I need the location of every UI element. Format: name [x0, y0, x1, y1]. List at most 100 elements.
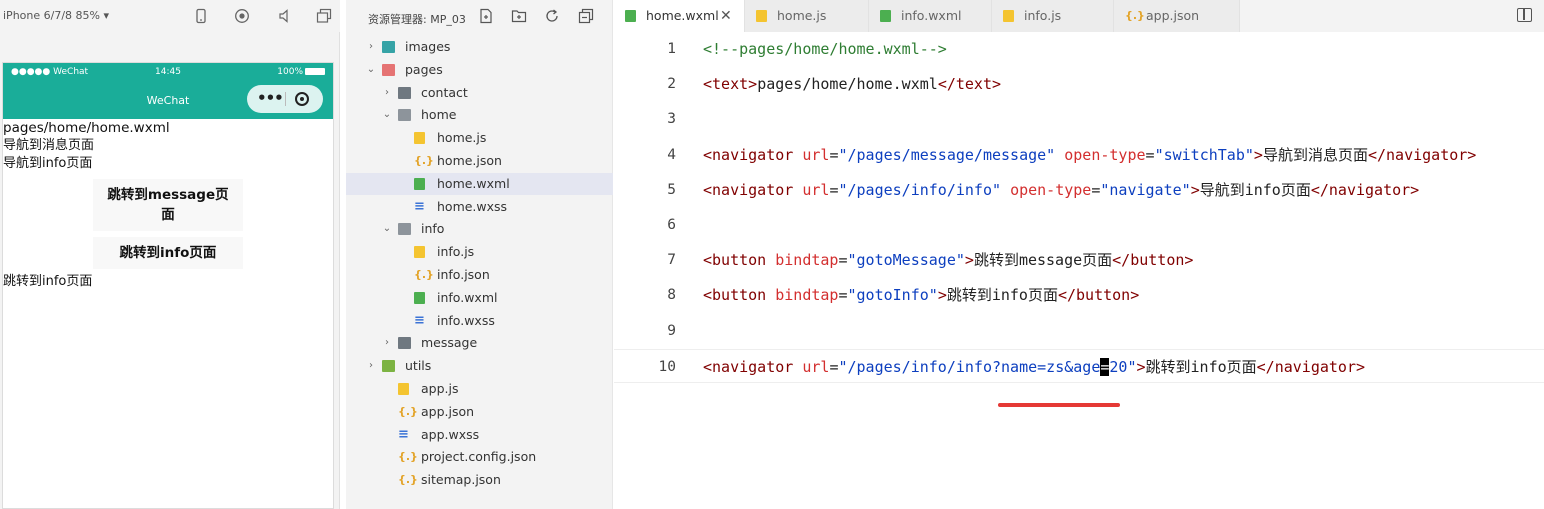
tree-item-utils[interactable]: › utils	[346, 355, 613, 377]
code-line[interactable]: 5 <navigator url="/pages/info/info" open-…	[614, 173, 1544, 207]
folder-file-icon	[398, 86, 411, 99]
tree-item-label: project.config.json	[421, 449, 537, 465]
battery-icon	[305, 68, 325, 75]
code-line[interactable]: 3	[614, 102, 1544, 136]
tree-item-message[interactable]: › message	[346, 332, 613, 354]
close-miniprogram-icon[interactable]	[295, 92, 309, 106]
code-token: </navigator>	[1310, 180, 1420, 199]
goto-info-button[interactable]: 跳转到info页面	[93, 237, 243, 269]
tree-item-home-wxml[interactable]: home.wxml	[346, 172, 613, 195]
phone-icon[interactable]	[193, 8, 209, 24]
chevron-right-icon[interactable]: ›	[366, 355, 376, 377]
tree-item-label: sitemap.json	[421, 472, 501, 488]
collapse-icon[interactable]	[578, 8, 594, 24]
tab-home-js[interactable]: home.js	[745, 0, 869, 32]
tree-item-home[interactable]: ⌄ home	[346, 104, 613, 126]
volume-icon[interactable]	[276, 8, 292, 24]
tab-label: app.json	[1146, 8, 1200, 23]
code-token: <navigator	[703, 145, 803, 164]
tree-item-home-js[interactable]: home.js	[346, 127, 613, 149]
tree-item-sitemap-json[interactable]: {.} sitemap.json	[346, 469, 613, 491]
code-token: "gotoInfo"	[847, 286, 938, 305]
code-line[interactable]: 6	[614, 208, 1544, 242]
code-token: <text>	[703, 75, 758, 94]
new-file-icon[interactable]	[478, 8, 494, 24]
code-line[interactable]: 8 <button bindtap="gotoInfo">跳转到info页面</b…	[614, 278, 1544, 312]
tree-item-info-js[interactable]: info.js	[346, 241, 613, 263]
json-file-icon: {.}	[1125, 9, 1145, 22]
code-token: 20"	[1109, 357, 1137, 376]
signal-indicator: ●●●●● WeChat	[11, 67, 89, 77]
code-text: <navigator url="/pages/message/message" …	[703, 138, 1476, 172]
more-icon[interactable]: •••	[257, 89, 284, 107]
goto-message-button[interactable]: 跳转到message页面	[93, 179, 243, 231]
tree-item-label: contact	[421, 84, 468, 100]
navigator-info-query-link[interactable]: 跳转到info页面	[3, 273, 333, 291]
page-text: pages/home/home.wxml	[3, 120, 170, 136]
tree-item-home-wxss[interactable]: ≡ home.wxss	[346, 196, 613, 218]
code-token: 导航到info页面	[1199, 180, 1311, 199]
tab-info-js[interactable]: info.js	[992, 0, 1114, 32]
tree-item-info[interactable]: ⌄ info	[346, 218, 613, 240]
js-file-icon	[398, 383, 409, 395]
code-token: >	[1253, 145, 1263, 164]
tree-item-label: info.wxml	[437, 289, 498, 305]
tab-app-json[interactable]: {.} app.json	[1114, 0, 1240, 32]
code-area[interactable]: 1 <!--pages/home/home.wxml--> 2 <text>pages…	[614, 31, 1544, 509]
code-token: "gotoMessage"	[847, 251, 965, 270]
chevron-down-icon[interactable]: ⌄	[366, 59, 376, 81]
code-line[interactable]: 4 <navigator url = "/pages/message/message"…	[614, 138, 1544, 172]
code-token: 跳转到info页面	[946, 286, 1058, 305]
editor-tab-bar: home.wxml ✕ home.js info.wxml info.js {.} app.…	[614, 0, 1544, 32]
code-token: bindtap	[775, 251, 839, 270]
new-folder-icon[interactable]	[511, 8, 527, 24]
code-text: <button bindtap="gotoMessage">跳转到message…	[703, 243, 1193, 277]
tree-item-project-config-json[interactable]: {.} project.config.json	[346, 446, 613, 468]
navigator-message-link[interactable]: 导航到消息页面	[3, 137, 333, 155]
refresh-icon[interactable]	[544, 8, 560, 24]
tree-item-images[interactable]: › images	[346, 36, 613, 58]
code-token: <!--pages/home/home.wxml-->	[703, 40, 947, 58]
close-tab-icon[interactable]: ✕	[720, 0, 732, 32]
tree-item-label: info	[421, 221, 445, 237]
code-line[interactable]: 9	[614, 314, 1544, 348]
phone-screen: ●●●●● WeChat 14:45 100% WeChat ••• pages…	[2, 62, 334, 509]
record-icon[interactable]	[234, 8, 250, 24]
tree-item-app-wxss[interactable]: ≡ app.wxss	[346, 424, 613, 446]
code-line[interactable]: 10 <navigator url="/pages/info/info?name=…	[614, 348, 1544, 383]
chevron-right-icon[interactable]: ›	[382, 82, 392, 104]
tree-item-app-js[interactable]: app.js	[346, 378, 613, 400]
chevron-down-icon[interactable]: ⌄	[382, 104, 392, 126]
code-line[interactable]: 2 <text>pages/home/home.wxml</text>	[614, 67, 1544, 101]
wxml-file-icon	[880, 10, 891, 22]
code-token: open-type	[1010, 180, 1092, 199]
tab-home-wxml[interactable]: home.wxml ✕	[614, 0, 745, 32]
json-file-icon: {.}	[414, 154, 434, 167]
tree-item-home-json[interactable]: {.} home.json	[346, 150, 613, 172]
tree-item-info-wxss[interactable]: ≡ info.wxss	[346, 310, 613, 332]
tree-item-app-json[interactable]: {.} app.json	[346, 401, 613, 423]
window-icon[interactable]	[316, 8, 332, 24]
navigator-info-link[interactable]: 导航到info页面	[3, 155, 333, 173]
code-token: </text>	[937, 75, 1002, 94]
tree-item-info-json[interactable]: {.} info.json	[346, 264, 613, 286]
tree-item-contact[interactable]: › contact	[346, 82, 613, 104]
chevron-right-icon[interactable]: ›	[366, 36, 376, 58]
code-token: </navigator>	[1367, 145, 1477, 164]
code-line[interactable]: 1 <!--pages/home/home.wxml-->	[614, 32, 1544, 66]
tree-item-info-wxml[interactable]: info.wxml	[346, 287, 613, 309]
split-editor-icon[interactable]	[1517, 8, 1532, 22]
chevron-down-icon[interactable]: ⌄	[382, 218, 392, 240]
code-line[interactable]: 7 <button bindtap="gotoMessage">跳转到messag…	[614, 243, 1544, 277]
line-number: 2	[667, 76, 676, 93]
chevron-right-icon[interactable]: ›	[382, 332, 392, 354]
tree-item-label: pages	[405, 61, 443, 77]
code-token: =	[838, 286, 848, 305]
line-number: 5	[667, 181, 676, 198]
js-file-icon	[414, 246, 425, 259]
code-token: >	[964, 251, 974, 270]
wxss-file-icon: ≡	[414, 312, 425, 328]
tree-item-pages[interactable]: ⌄ pages	[346, 59, 613, 81]
device-selector[interactable]: iPhone 6/7/8 85% ▾	[3, 9, 109, 22]
tab-info-wxml[interactable]: info.wxml	[869, 0, 992, 32]
